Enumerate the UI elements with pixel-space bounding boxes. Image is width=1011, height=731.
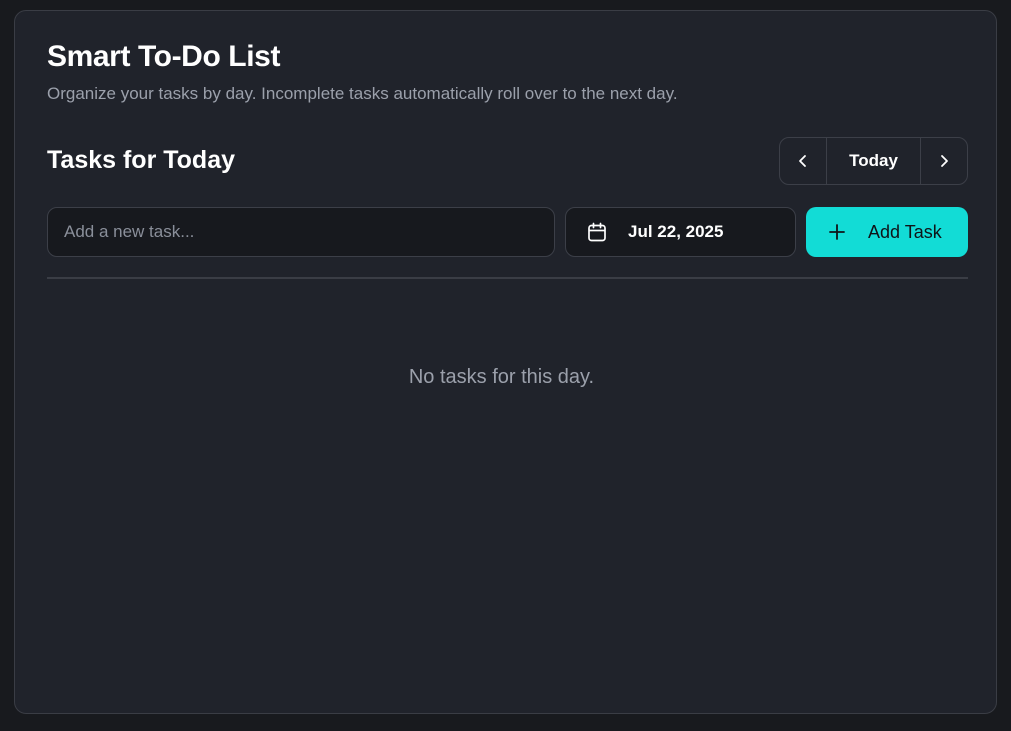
chevron-left-icon <box>799 155 806 167</box>
previous-day-button[interactable] <box>780 138 826 184</box>
app-subtitle: Organize your tasks by day. Incomplete t… <box>47 84 678 103</box>
divider <box>47 277 968 279</box>
today-button[interactable]: Today <box>826 138 921 184</box>
new-task-input[interactable] <box>47 207 555 257</box>
selected-date: Jul 22, 2025 <box>628 222 724 241</box>
tasks-section-title: Tasks for Today <box>47 146 236 174</box>
add-task-label: Add Task <box>868 221 942 242</box>
app-title: Smart To-Do List <box>47 40 281 73</box>
date-picker[interactable]: Jul 22, 2025 <box>565 207 796 257</box>
day-navigation: Today <box>779 137 968 185</box>
calendar-icon <box>586 221 608 243</box>
empty-state-message: No tasks for this day. <box>408 366 595 388</box>
plus-icon <box>828 223 846 241</box>
add-task-button[interactable]: Add Task <box>806 207 968 257</box>
chevron-right-icon <box>941 155 948 167</box>
next-day-button[interactable] <box>921 138 967 184</box>
todo-card: Smart To-Do List Organize your tasks by … <box>14 10 997 714</box>
